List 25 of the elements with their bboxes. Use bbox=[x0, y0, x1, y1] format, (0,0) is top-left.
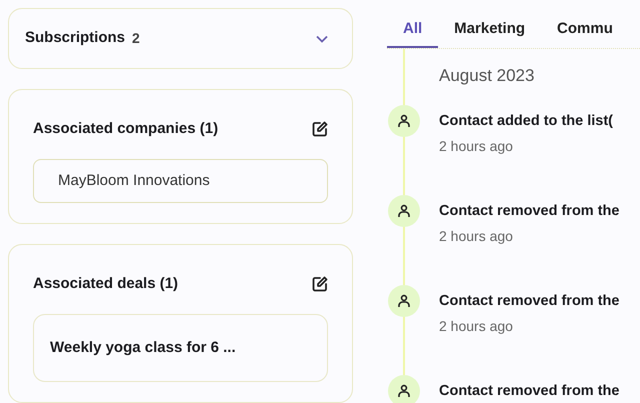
edit-icon[interactable] bbox=[312, 276, 328, 292]
event-title: Contact removed from the bbox=[439, 202, 620, 220]
edit-icon[interactable] bbox=[312, 121, 328, 138]
section-title: Associated companies (1) bbox=[33, 119, 218, 139]
contact-icon bbox=[388, 284, 420, 316]
tab[interactable]: Marketing bbox=[438, 0, 542, 48]
event-title: Contact added to the list( bbox=[439, 112, 614, 130]
event-title: Contact removed from the bbox=[439, 382, 620, 400]
count: 2 bbox=[132, 29, 140, 48]
company-chip[interactable]: MayBloom Innovations bbox=[33, 158, 328, 203]
subscriptions-panel[interactable]: Subscriptions 2 bbox=[8, 8, 353, 69]
section-title: Associated deals (1) bbox=[33, 274, 178, 294]
tab[interactable]: Commu bbox=[541, 0, 629, 48]
panel-title: Subscriptions bbox=[25, 28, 126, 48]
chevron-down-icon[interactable] bbox=[316, 34, 328, 42]
tab[interactable]: All bbox=[387, 0, 438, 48]
event-time: 2 hours ago bbox=[439, 317, 514, 336]
deal-card[interactable]: Weekly yoga class for 6 ... bbox=[33, 314, 328, 382]
contact-icon bbox=[388, 104, 420, 136]
month-heading: August 2023 bbox=[439, 65, 536, 87]
event-time: 2 hours ago bbox=[439, 227, 514, 246]
contact-icon bbox=[388, 194, 420, 226]
event-title: Contact removed from the bbox=[439, 292, 620, 310]
event-time: 2 hours ago bbox=[439, 137, 514, 156]
contact-icon bbox=[388, 374, 420, 403]
